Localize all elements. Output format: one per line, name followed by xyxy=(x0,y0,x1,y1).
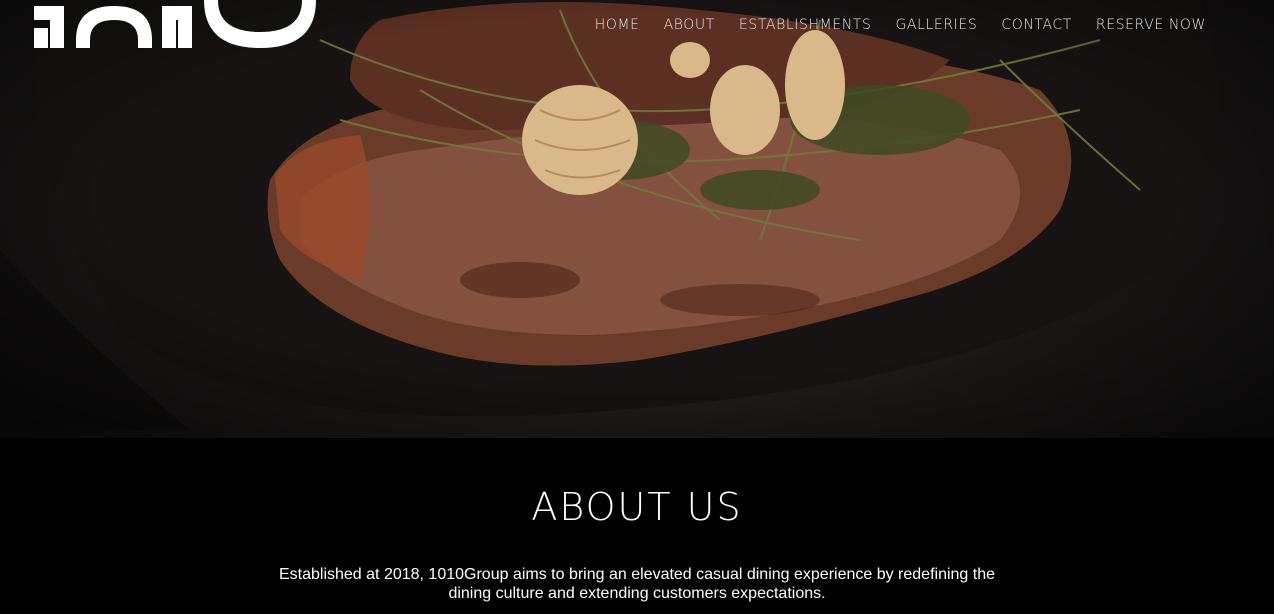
brand-logo[interactable] xyxy=(34,0,316,50)
nav-contact-link[interactable]: CONTACT xyxy=(989,14,1084,36)
steak-photo xyxy=(0,0,1274,438)
hero-banner: HOME ABOUT ESTABLISHMENTS GALLERIES CONT… xyxy=(0,0,1274,438)
about-body: Established at 2018, 1010Group aims to b… xyxy=(278,566,996,602)
nav-reserve-now-link[interactable]: RESERVE NOW xyxy=(1084,14,1218,36)
about-title: ABOUT US xyxy=(531,485,743,529)
nav-galleries-link[interactable]: GALLERIES xyxy=(883,14,989,36)
main-nav: HOME ABOUT ESTABLISHMENTS GALLERIES CONT… xyxy=(583,14,1218,36)
about-section: ABOUT US Established at 2018, 1010Group … xyxy=(0,438,1274,614)
nav-about-link[interactable]: ABOUT xyxy=(652,14,727,36)
nav-establishments-link[interactable]: ESTABLISHMENTS xyxy=(727,14,884,36)
nav-home-link[interactable]: HOME xyxy=(583,14,652,36)
